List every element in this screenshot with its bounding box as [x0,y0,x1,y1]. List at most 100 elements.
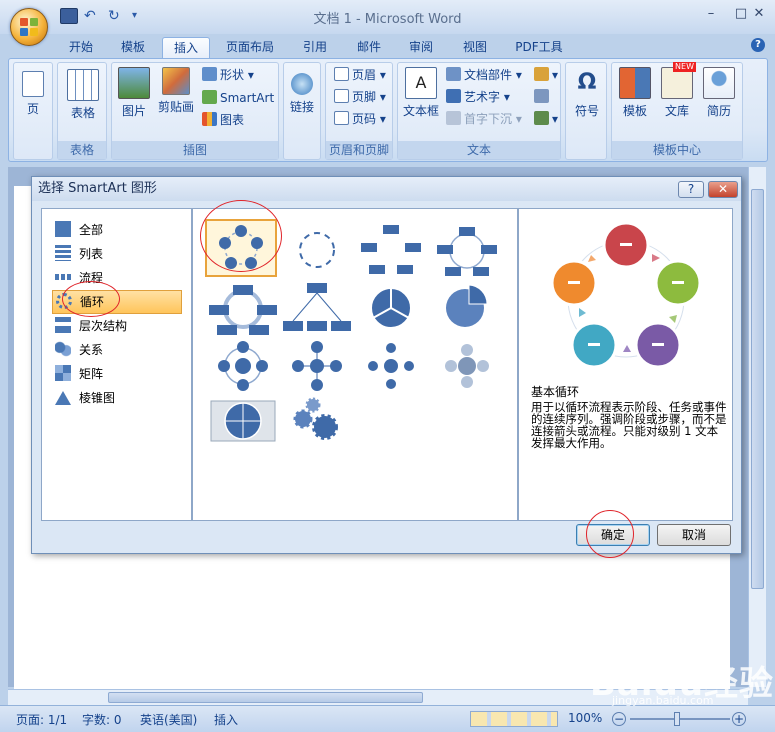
dialog-title: 选择 SmartArt 图形 [32,177,741,201]
page-number-button[interactable]: 页码 ▾ [334,109,386,129]
page-count[interactable]: 页面: 1/1 [16,711,67,728]
preview-title: 基本循环 [531,385,580,399]
clipart-button[interactable]: 剪贴画 [154,67,198,115]
wordart-button[interactable]: 艺术字 ▾ [446,87,510,107]
quick-parts-icon [446,67,461,81]
chart-button[interactable]: 图表 [202,110,244,130]
category-hierarchy[interactable]: 层次结构 [52,315,182,337]
layout-segmented-cycle[interactable] [355,279,427,337]
smartart-icon [202,90,217,104]
layout-cycle-matrix[interactable] [281,279,353,337]
layout-pie[interactable] [431,279,503,337]
date-time-icon[interactable] [534,87,552,107]
close-window-button[interactable]: ✕ [744,4,774,24]
group-page: 页 [13,62,53,160]
dialog-help-button[interactable]: ? [678,181,704,198]
resume-button[interactable]: 简历 [700,67,738,119]
insert-object-icon[interactable]: ▾ [534,109,558,129]
zoom-slider-thumb[interactable] [674,712,680,726]
shapes-button[interactable]: 形状 ▾ [202,65,254,85]
preview-pane: 基本循环 用于以循环流程表示阶段、任务或事件的连续序列。强调阶段或步骤，而不是连… [518,208,733,521]
symbol-button[interactable]: Ω 符号 [570,67,604,119]
omega-icon: Ω [577,70,597,95]
footer-icon [334,89,349,103]
layout-block-cycle[interactable] [355,221,427,279]
continuous-cycle-thumbnail [209,285,277,335]
tab-template[interactable]: 模板 [112,37,154,58]
page-button[interactable]: 页 [16,67,50,117]
minimize-button[interactable]: – [696,4,726,24]
basic-radial-thumbnail [292,341,342,391]
category-hierarchy-label: 层次结构 [79,319,128,333]
vertical-scrollbar[interactable] [748,167,766,687]
watermark-url: jingyan.baidu.com [612,694,714,707]
tab-references[interactable]: 引用 [294,37,336,58]
category-list-item[interactable]: 列表 [52,243,182,265]
tab-mailings[interactable]: 邮件 [348,37,390,58]
help-icon[interactable]: ? [751,38,765,52]
tab-review[interactable]: 审阅 [400,37,442,58]
template-button[interactable]: 模板 [616,67,654,119]
layout-text-cycle[interactable] [281,221,353,279]
basic-cycle-preview [551,221,701,369]
group-illustrations-label: 插图 [112,141,278,159]
view-buttons[interactable] [470,711,558,727]
category-relationship[interactable]: 关系 [52,339,182,361]
drop-cap-button[interactable]: 首字下沉 ▾ [446,109,522,129]
link-icon [291,73,313,95]
links-button[interactable]: 链接 [286,67,318,115]
language-status[interactable]: 英语(美国) [140,711,197,728]
tab-pdf-tools[interactable]: PDF工具 [508,37,570,58]
wordart-label: 艺术字 [464,90,501,104]
preview-description: 用于以循环流程表示阶段、任务或事件的连续序列。强调阶段或步骤，而不是连接箭头或流… [531,400,727,450]
group-text: A 文本框 文档部件 ▾ 艺术字 ▾ 首字下沉 ▾ ▾ ▾ 文本 [397,62,561,160]
quick-parts-button[interactable]: 文档部件 ▾ [446,65,522,85]
picture-button-label: 图片 [121,104,146,118]
office-button[interactable] [10,8,48,46]
layout-diverging-radial[interactable] [355,337,427,395]
word-count[interactable]: 字数: 0 [82,711,122,728]
smartart-button[interactable]: SmartArt [202,88,274,108]
dialog-close-button[interactable]: ✕ [708,181,738,198]
tab-home[interactable]: 开始 [60,37,102,58]
library-button-label: 文库 [664,104,689,118]
group-header-footer-label: 页眉和页脚 [326,141,392,159]
library-button[interactable]: NEW 文库 [658,62,696,119]
header-button[interactable]: 页眉 ▾ [334,65,386,85]
signature-line-icon[interactable]: ▾ [534,65,558,85]
category-matrix[interactable]: 矩阵 [52,363,182,385]
layout-gear[interactable] [281,393,353,451]
zoom-slider[interactable] [630,718,730,720]
category-all[interactable]: 全部 [52,219,182,241]
horizontal-scroll-thumb[interactable] [108,692,423,703]
tab-insert[interactable]: 插入 [162,37,210,58]
layout-basic-radial[interactable] [281,337,353,395]
window-title: 文档 1 - Microsoft Word [313,12,462,27]
textbox-button[interactable]: A 文本框 [400,67,442,119]
footer-button[interactable]: 页脚 ▾ [334,87,386,107]
drop-cap-label: 首字下沉 [464,112,513,126]
cycle-matrix-2-thumbnail [210,400,276,442]
layout-continuous-cycle[interactable] [207,279,279,337]
wordart-icon [446,89,461,103]
list-icon [55,245,71,261]
zoom-level[interactable]: 100% [568,711,602,725]
zoom-out-icon[interactable]: − [612,712,626,726]
layout-radial-venn[interactable] [431,337,503,395]
textbox-button-label: 文本框 [402,104,439,118]
picture-button[interactable]: 图片 [116,67,152,119]
group-table: 表格 表格 [57,62,107,160]
group-template-center: 模板 NEW 文库 简历 模板中心 [611,62,743,160]
tab-page-layout[interactable]: 页面布局 [218,37,282,58]
status-bar: 页面: 1/1 字数: 0 英语(美国) 插入 100% − + [0,705,775,732]
table-button[interactable]: 表格 [62,67,104,121]
layout-radial-cycle[interactable] [207,337,279,395]
category-pyramid[interactable]: 棱锥图 [52,387,182,409]
vertical-scroll-thumb[interactable] [751,189,764,589]
layout-cycle-matrix-2[interactable] [207,395,279,453]
insert-mode[interactable]: 插入 [214,711,238,728]
cancel-button[interactable]: 取消 [657,524,731,546]
tab-view[interactable]: 视图 [454,37,496,58]
layout-nondirectional-cycle[interactable] [431,221,503,279]
zoom-in-icon[interactable]: + [732,712,746,726]
